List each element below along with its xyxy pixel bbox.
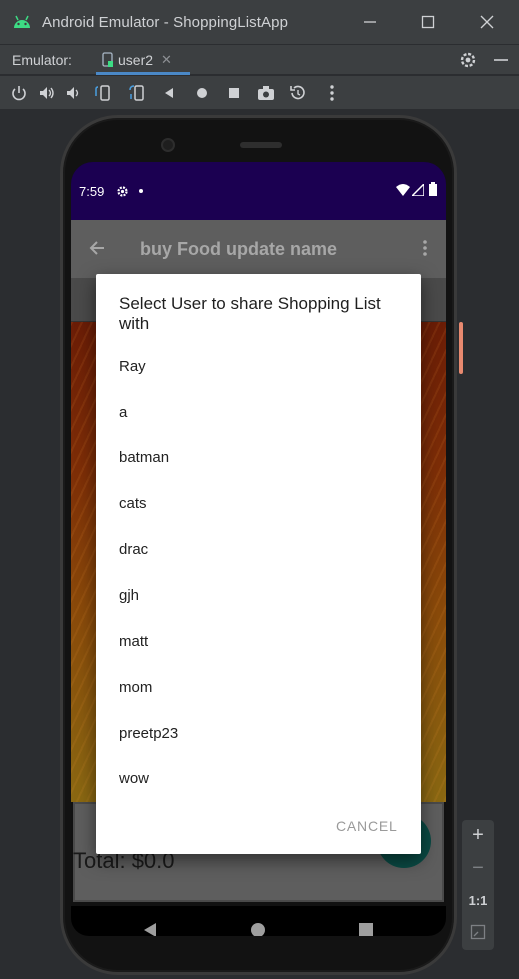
- fit-screen-icon[interactable]: [462, 918, 494, 946]
- user-option[interactable]: gjh: [119, 580, 399, 610]
- power-icon[interactable]: [7, 81, 31, 105]
- actual-size-button[interactable]: 1:1: [462, 886, 494, 914]
- front-camera: [161, 138, 175, 152]
- minimize-icon[interactable]: [341, 0, 399, 44]
- hide-panel-icon[interactable]: [492, 50, 510, 70]
- volume-down-icon[interactable]: [62, 81, 86, 105]
- nav-overview-icon[interactable]: [346, 914, 386, 936]
- zoom-out-button[interactable]: −: [462, 854, 494, 882]
- navigation-bar: [71, 906, 446, 936]
- status-time: 7:59: [79, 183, 105, 199]
- nav-home-icon[interactable]: [238, 914, 278, 936]
- user-option[interactable]: mom: [119, 672, 399, 702]
- share-dialog: Select User to share Shopping List with …: [96, 274, 421, 854]
- window-title: Android Emulator - ShoppingListApp: [42, 13, 289, 31]
- user-option[interactable]: drac: [119, 534, 399, 564]
- rotate-right-icon[interactable]: [126, 81, 150, 105]
- status-bar: 7:59: [71, 162, 446, 220]
- user-option[interactable]: cats: [119, 488, 399, 518]
- wifi-icon: [396, 184, 410, 196]
- emulator-label: Emulator:: [12, 51, 72, 68]
- back-arrow-icon[interactable]: [88, 239, 106, 257]
- cancel-button[interactable]: CANCEL: [336, 818, 398, 834]
- gear-icon[interactable]: [458, 50, 478, 70]
- close-tab-icon[interactable]: ✕: [161, 52, 172, 68]
- user-option[interactable]: batman: [119, 442, 399, 472]
- device-icon: [102, 52, 114, 68]
- user-option[interactable]: Ray: [119, 351, 399, 381]
- overview-icon[interactable]: [222, 81, 246, 105]
- close-icon[interactable]: [458, 0, 516, 44]
- home-icon[interactable]: [190, 81, 214, 105]
- app-bar: buy Food update name: [71, 220, 446, 278]
- maximize-icon[interactable]: [399, 0, 457, 44]
- volume-up-icon[interactable]: [35, 81, 59, 105]
- signal-icon: [412, 184, 424, 196]
- user-option[interactable]: a: [119, 397, 399, 427]
- window-titlebar: Android Emulator - ShoppingListApp: [0, 0, 519, 44]
- android-icon: [12, 12, 32, 32]
- tab-user2[interactable]: user2 ✕: [96, 45, 190, 75]
- back-icon[interactable]: [157, 81, 181, 105]
- settings-status-icon: [116, 185, 129, 198]
- zoom-panel: + − 1:1: [462, 820, 494, 950]
- nav-back-icon[interactable]: [130, 914, 170, 936]
- more-icon[interactable]: [320, 81, 344, 105]
- rotate-left-icon[interactable]: [92, 81, 116, 105]
- snapshot-icon[interactable]: [286, 81, 310, 105]
- overflow-menu-icon[interactable]: [422, 239, 428, 257]
- zoom-in-button[interactable]: +: [462, 821, 494, 849]
- notification-dot-icon: [138, 188, 144, 194]
- earpiece-speaker: [240, 142, 282, 148]
- emulator-tabbar: Emulator: user2 ✕: [0, 44, 519, 75]
- user-option[interactable]: preetp23: [119, 718, 399, 748]
- user-option[interactable]: matt: [119, 626, 399, 656]
- screenshot-icon[interactable]: [254, 81, 278, 105]
- user-option[interactable]: wow: [119, 763, 399, 793]
- scroll-indicator[interactable]: [459, 322, 463, 374]
- dialog-title: Select User to share Shopping List with: [119, 294, 381, 333]
- tab-label: user2: [118, 52, 154, 68]
- battery-icon: [429, 182, 437, 196]
- app-bar-title: buy Food update name: [140, 238, 338, 259]
- emulator-toolbar: [0, 75, 519, 109]
